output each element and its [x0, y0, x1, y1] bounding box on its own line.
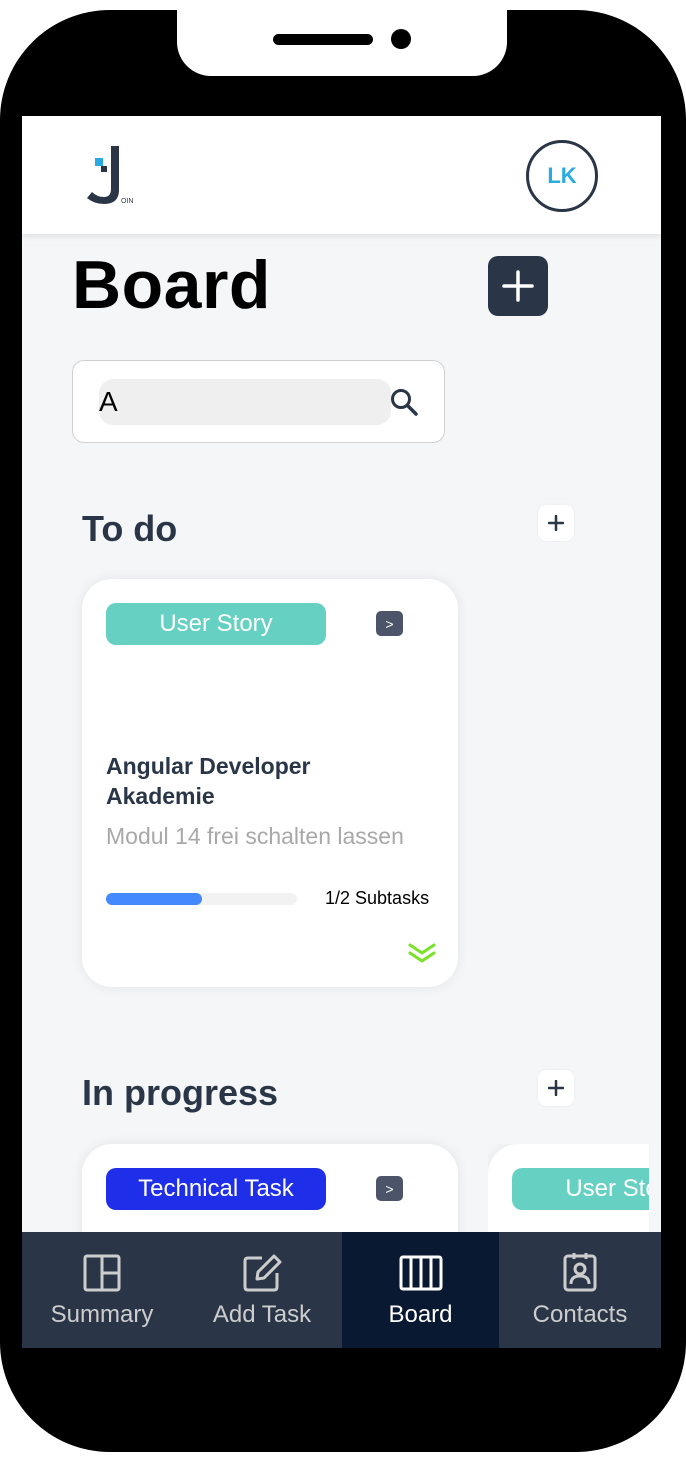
edit-icon: [243, 1254, 282, 1292]
task-card[interactable]: User Story > Angular Developer Akademie …: [82, 579, 458, 987]
logo-text: OIN: [121, 198, 133, 205]
nav-item-contacts[interactable]: Contacts: [499, 1232, 661, 1348]
summary-icon: [83, 1254, 121, 1292]
join-logo[interactable]: OIN: [84, 146, 140, 208]
page-title: Board: [72, 247, 271, 323]
camera: [391, 29, 411, 49]
notch: [177, 10, 507, 76]
nav-label: Summary: [50, 1301, 154, 1328]
plus-icon: [548, 515, 564, 531]
device-frame: OIN LK Board To do: [0, 0, 686, 1464]
plus-icon: [548, 1080, 564, 1096]
speaker: [273, 34, 373, 45]
nav-item-board[interactable]: Board: [342, 1232, 499, 1348]
category-tag: User Story: [512, 1168, 649, 1210]
add-in-progress-button[interactable]: [538, 1070, 574, 1106]
category-tag: User Story: [106, 603, 326, 645]
subtask-count: 1/2 Subtasks: [325, 888, 430, 908]
subtask-progress-bar: [106, 893, 297, 905]
nav-label: Contacts: [532, 1301, 628, 1328]
add-task-button[interactable]: [488, 256, 548, 316]
bottom-nav: Summary Add Task Board Contacts: [22, 1232, 661, 1348]
subtask-progress-fill: [106, 893, 202, 905]
user-avatar[interactable]: LK: [526, 140, 598, 212]
nav-item-summary[interactable]: Summary: [22, 1232, 182, 1348]
category-tag: Technical Task: [106, 1168, 326, 1210]
task-title: Angular Developer Akademie: [106, 753, 311, 809]
avatar-initials: LK: [547, 163, 577, 188]
nav-label: Board: [388, 1301, 453, 1328]
column-title-in-progress: In progress: [82, 1072, 279, 1113]
search-box: [72, 360, 445, 443]
move-task-button[interactable]: >: [376, 611, 403, 636]
task-description: Modul 14 frei schalten lassen: [106, 823, 404, 849]
search-icon[interactable]: [389, 387, 419, 417]
plus-icon: [502, 270, 534, 302]
app-header: OIN LK: [22, 116, 661, 234]
column-title-todo: To do: [82, 508, 178, 549]
low-priority-icon: [408, 943, 436, 963]
search-input[interactable]: [99, 379, 391, 425]
contacts-icon: [563, 1253, 597, 1292]
nav-label: Add Task: [212, 1301, 312, 1328]
nav-item-add-task[interactable]: Add Task: [182, 1232, 342, 1348]
board-icon: [399, 1255, 442, 1291]
add-todo-button[interactable]: [538, 505, 574, 541]
app-screen: OIN LK Board To do: [22, 116, 661, 1348]
move-task-button[interactable]: >: [376, 1176, 403, 1201]
